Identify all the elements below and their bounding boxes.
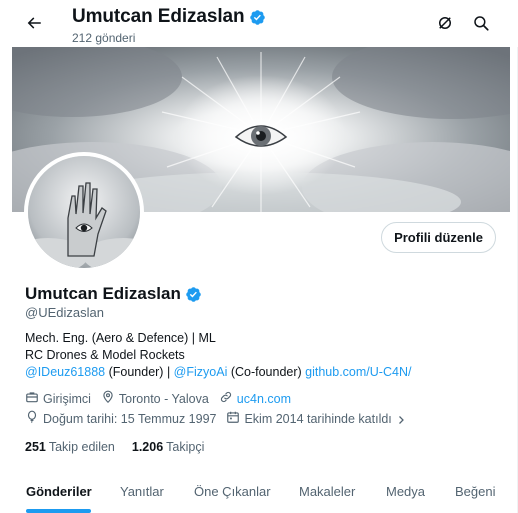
post-count: 212 gönderi: [72, 31, 136, 45]
verified-badge-icon[interactable]: [185, 286, 202, 303]
profile-name: Umutcan Edizaslan: [25, 284, 181, 303]
tab-replies[interactable]: Yanıtlar: [120, 483, 164, 500]
followers-link[interactable]: 1.206 Takipçi: [132, 439, 205, 456]
tab-articles[interactable]: Makaleler: [299, 483, 355, 500]
grok-icon: [436, 14, 454, 37]
bio-line-1: Mech. Eng. (Aero & Defence) | ML: [25, 331, 216, 345]
follow-stats: 251 Takip edilen 1.206 Takipçi: [25, 439, 221, 456]
profile-meta-row-2: Doğum tarihi: 15 Temmuz 1997 Ekim 2014 t…: [25, 410, 421, 429]
arrow-left-icon: [25, 14, 43, 37]
chevron-right-icon: [395, 414, 411, 426]
profile-meta-row-1: Girişimci Toronto - Yalova uc4n.com: [25, 390, 301, 409]
bio-text: (Founder) |: [105, 365, 174, 379]
occupation-text: Girişimci: [43, 392, 91, 406]
top-bar: Umutcan Edizaslan 212 gönderi: [0, 0, 518, 47]
followers-label: Takipçi: [166, 440, 205, 454]
back-button[interactable]: [17, 8, 51, 42]
bio-mention-link[interactable]: @IDeuz61888: [25, 365, 105, 379]
calendar-icon: [226, 410, 244, 429]
tab-media[interactable]: Medya: [386, 483, 425, 500]
link-icon: [219, 390, 237, 409]
search-icon: [472, 14, 490, 37]
bio-text: (Co-founder): [227, 365, 306, 379]
location-item: Toronto - Yalova: [101, 390, 209, 409]
profile-handle: @UEdizaslan: [25, 305, 104, 320]
bio-mention-link[interactable]: @FizyoAi: [174, 365, 228, 379]
verified-badge-icon[interactable]: [249, 9, 266, 26]
briefcase-icon: [25, 390, 43, 409]
website-item: uc4n.com: [219, 390, 291, 409]
edit-profile-button[interactable]: Profili düzenle: [381, 222, 496, 253]
birthday-text: Doğum tarihi: 15 Temmuz 1997: [43, 412, 217, 426]
joined-item[interactable]: Ekim 2014 tarihinde katıldı: [226, 410, 410, 429]
occupation-item: Girişimci: [25, 390, 91, 409]
joined-text: Ekim 2014 tarihinde katıldı: [244, 412, 392, 426]
tab-likes[interactable]: Beğeni: [455, 483, 495, 500]
header-title-row: Umutcan Edizaslan: [72, 5, 266, 29]
location-pin-icon: [101, 390, 119, 409]
tab-highlights[interactable]: Öne Çıkanlar: [194, 483, 271, 500]
profile-avatar[interactable]: [24, 152, 144, 272]
profile-page: Umutcan Edizaslan 212 gönderi Profili dü…: [0, 0, 518, 513]
bio-line-2: RC Drones & Model Rockets: [25, 348, 185, 362]
followers-count: 1.206: [131, 440, 164, 454]
profile-bio: Mech. Eng. (Aero & Defence) | ML RC Dron…: [25, 330, 505, 381]
header-title-block: Umutcan Edizaslan 212 gönderi: [72, 5, 266, 46]
search-button[interactable]: [464, 8, 498, 42]
profile-tabs: Gönderiler Yanıtlar Öne Çıkanlar Makalel…: [12, 470, 510, 513]
balloon-icon: [25, 410, 43, 429]
website-link[interactable]: uc4n.com: [237, 391, 291, 408]
profile-name-row: Umutcan Edizaslan: [25, 283, 202, 305]
header-title: Umutcan Edizaslan: [72, 6, 245, 27]
bio-line-3: @IDeuz61888 (Founder) | @FizyoAi (Co-fou…: [25, 364, 505, 381]
following-link[interactable]: 251 Takip edilen: [25, 439, 115, 456]
birthday-item: Doğum tarihi: 15 Temmuz 1997: [25, 410, 216, 429]
bio-github-link[interactable]: github.com/U-C4N/: [305, 365, 411, 379]
active-tab-indicator: [26, 509, 91, 513]
following-count: 251: [25, 440, 46, 454]
location-text: Toronto - Yalova: [118, 392, 209, 406]
avatar-image: [28, 156, 140, 268]
following-label: Takip edilen: [48, 440, 115, 454]
grok-button[interactable]: [428, 8, 462, 42]
tab-posts[interactable]: Gönderiler: [26, 483, 92, 500]
